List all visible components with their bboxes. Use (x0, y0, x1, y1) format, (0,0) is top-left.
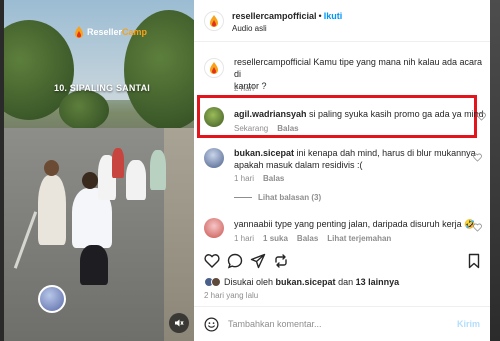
author-username[interactable]: resellercampofficial (232, 11, 317, 21)
liked-by-connector: dan (335, 277, 356, 287)
liked-by[interactable]: Disukai oleh bukan.sicepat dan 13 lainny… (204, 277, 399, 287)
commenter-avatar[interactable] (204, 218, 224, 238)
heart-icon[interactable] (204, 253, 220, 269)
video-person-head (44, 160, 59, 176)
comment-body: si paling syuka kasih promo ga ada ya mi… (306, 109, 484, 119)
commenter-avatar[interactable] (204, 107, 224, 127)
comment-likes[interactable]: 1 suka (263, 234, 288, 243)
share-icon[interactable] (250, 253, 266, 269)
liked-by-others[interactable]: 13 lainnya (356, 277, 400, 287)
speaker-muted-icon (175, 319, 184, 327)
comment-meta: 1 hari Balas (234, 174, 284, 183)
heart-outline-icon[interactable] (477, 112, 486, 121)
liked-by-avatars (204, 277, 221, 287)
translate-button[interactable]: Lihat terjemahan (327, 234, 391, 243)
logo-text-prefix: Reseller (87, 27, 123, 37)
liked-by-text: Disukai oleh bukan.sicepat dan 13 lainny… (224, 277, 399, 287)
reply-button[interactable]: Balas (263, 174, 284, 183)
comment-time: 1 hari (234, 234, 255, 243)
liker-avatar (211, 277, 221, 287)
caption-time: 2 hari (234, 84, 255, 93)
comment-text: bukan.sicepat ini kenapa dah mind, harus… (234, 147, 476, 171)
comment-bar: Kirim (194, 306, 490, 341)
post-panel: resellercampofficial • Ikuti Audio asli … (194, 0, 490, 341)
post-actions (194, 250, 490, 272)
heart-outline-icon[interactable] (473, 223, 482, 232)
video-person (150, 150, 166, 190)
view-replies-line (234, 197, 252, 198)
video-person (38, 175, 66, 245)
comment-body: type yang penting jalan, daripada disuru… (272, 219, 476, 229)
video-person (80, 245, 108, 285)
view-replies-button[interactable]: Lihat balasan (3) (234, 193, 321, 202)
logo-text-suffix: Camp (122, 27, 148, 37)
audio-label[interactable]: Audio asli (232, 24, 267, 33)
comment-input[interactable] (228, 316, 428, 332)
view-replies-label: Lihat balasan (3) (258, 193, 322, 202)
post-header: resellercampofficial • Ikuti Audio asli (194, 0, 490, 42)
header-title-row: resellercampofficial • Ikuti (232, 11, 342, 21)
video-person (126, 160, 146, 200)
separator-dot: • (318, 11, 322, 21)
mute-button[interactable] (169, 313, 189, 333)
flame-logo-icon (210, 62, 218, 74)
comment-time: Sekarang (234, 124, 269, 133)
post-time: 2 hari yang lalu (204, 291, 259, 300)
caption-meta: 2 hari (234, 84, 254, 93)
caption-text: resellercampofficial Kamu tipe yang mana… (234, 56, 490, 92)
flame-logo-icon (210, 15, 218, 27)
comment-text: yannaabii type yang penting jalan, darip… (234, 218, 475, 230)
backdrop-next-post[interactable] (490, 0, 500, 341)
comment-text: agil.wadriansyah si paling syuka kasih p… (234, 108, 484, 120)
reply-button[interactable]: Balas (297, 234, 318, 243)
comment-meta: 1 hari 1 suka Balas Lihat terjemahan (234, 234, 391, 243)
liked-by-user[interactable]: bukan.sicepat (276, 277, 336, 287)
emoji-icon[interactable] (204, 317, 219, 332)
reel-video[interactable]: ResellerCamp 10. SIPALING SANTAI (4, 0, 194, 341)
caption-username[interactable]: resellercampofficial (234, 57, 311, 67)
liked-by-prefix: Disukai oleh (224, 277, 276, 287)
heart-outline-icon[interactable] (473, 153, 482, 162)
video-avatar-bubble (38, 285, 66, 313)
logo-text: ResellerCamp (87, 27, 147, 37)
video-tree (59, 90, 109, 130)
comment-username[interactable]: agil.wadriansyah (234, 109, 307, 119)
flame-logo-icon (75, 26, 83, 38)
caption-avatar[interactable] (204, 58, 224, 78)
follow-button[interactable]: Ikuti (324, 11, 343, 21)
comment-username[interactable]: yannaabii (234, 219, 273, 229)
comment-meta: Sekarang Balas (234, 124, 299, 133)
video-person (112, 148, 124, 178)
comment-username[interactable]: bukan.sicepat (234, 148, 294, 158)
reply-button[interactable]: Balas (277, 124, 298, 133)
video-person-head (82, 172, 98, 189)
comment-icon[interactable] (227, 253, 243, 269)
resellercamp-logo: ResellerCamp (74, 26, 147, 38)
commenter-avatar[interactable] (204, 148, 224, 168)
author-avatar[interactable] (204, 11, 224, 31)
repost-icon[interactable] (273, 253, 289, 269)
video-sidewalk (164, 128, 194, 341)
comment-time: 1 hari (234, 174, 255, 183)
video-caption: 10. SIPALING SANTAI (54, 83, 150, 93)
comment-body: ini kenapa dah mind, harus di blur mukan… (294, 148, 476, 158)
send-button[interactable]: Kirim (457, 319, 480, 329)
bookmark-icon[interactable] (466, 253, 482, 269)
comment-body-line2: apakah masuk dalam residivis :( (234, 160, 363, 170)
